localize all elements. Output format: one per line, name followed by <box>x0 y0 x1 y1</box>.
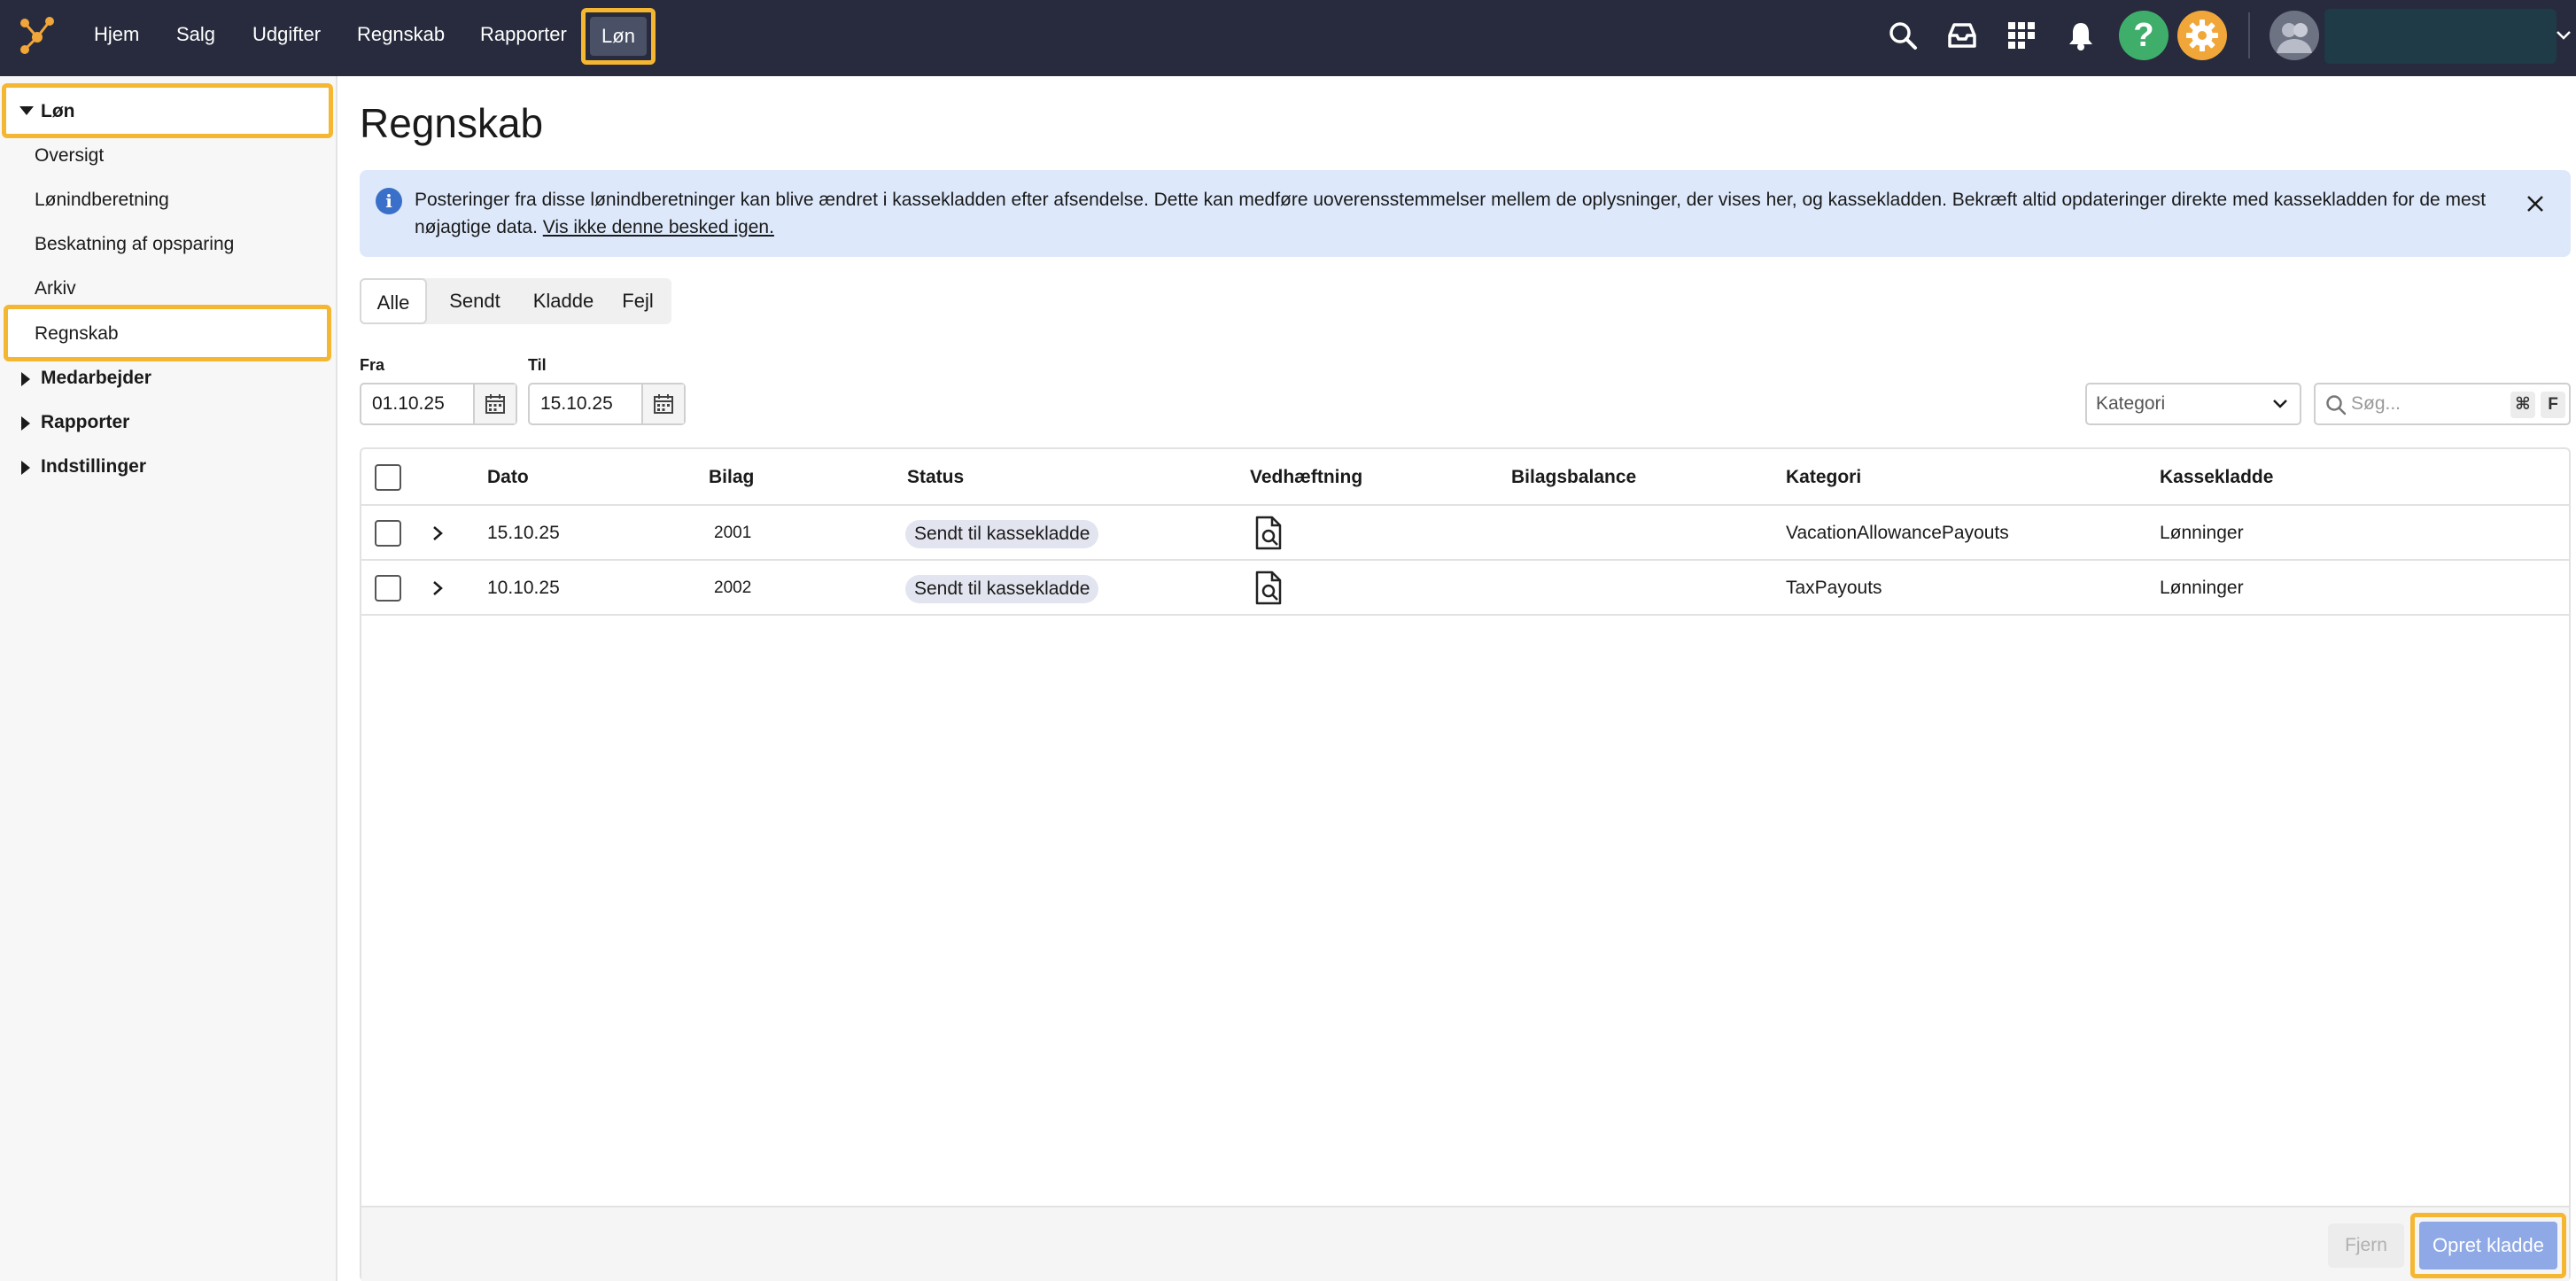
sidebar-item-beskatning[interactable]: Beskatning af opsparing <box>35 234 234 255</box>
search-icon[interactable] <box>1883 16 1922 55</box>
table-header: Dato Bilag Status Vedhæftning Bilagsbala… <box>361 449 2569 506</box>
status-badge: Sendt til kassekladde <box>905 520 1099 548</box>
table-row[interactable]: 15.10.25 2001 Sendt til kassekladde Vaca… <box>361 506 2569 561</box>
document-preview-icon[interactable] <box>1254 571 1284 606</box>
apps-grid-icon[interactable] <box>2002 16 2041 55</box>
remove-button[interactable]: Fjern <box>2328 1223 2404 1268</box>
gear-icon[interactable] <box>2177 11 2227 60</box>
cell-kategori: TaxPayouts <box>1786 578 1882 598</box>
nav-regnskab[interactable]: Regnskab <box>357 0 445 69</box>
sidebar-section-rapporter[interactable]: Rapporter <box>41 412 129 433</box>
app-logo-icon[interactable] <box>16 14 60 58</box>
category-select-value[interactable]: Kategori <box>2096 384 2165 423</box>
status-tabs: Alle Sendt Kladde Fejl <box>360 278 671 324</box>
cell-kassekladde: Lønninger <box>2160 523 2244 543</box>
chevron-right-icon[interactable] <box>429 579 446 597</box>
sidebar-item-arkiv[interactable]: Arkiv <box>35 278 76 299</box>
kbd-f: F <box>2541 392 2565 418</box>
info-icon: i <box>376 188 402 214</box>
nav-lon[interactable]: Løn <box>590 17 647 56</box>
to-date-value[interactable]: 15.10.25 <box>540 384 613 423</box>
tab-alle[interactable]: Alle <box>360 278 427 324</box>
col-dato[interactable]: Dato <box>487 449 529 506</box>
nav-rapporter[interactable]: Rapporter <box>480 0 567 69</box>
sidebar-item-oversigt[interactable]: Oversigt <box>35 145 104 167</box>
table-footer: Fjern Opret kladde <box>361 1206 2569 1281</box>
sidebar-section-indstillinger[interactable]: Indstillinger <box>41 456 146 477</box>
row-checkbox[interactable] <box>375 575 401 602</box>
nav-hjem[interactable]: Hjem <box>94 0 139 69</box>
chevron-right-icon[interactable] <box>429 524 446 542</box>
sidebar: Løn Oversigt Lønindberetning Beskatning … <box>0 76 338 1281</box>
caret-right-icon[interactable] <box>21 461 30 475</box>
col-kassekladde[interactable]: Kassekladde <box>2160 449 2273 506</box>
row-checkbox[interactable] <box>375 520 401 547</box>
table-row[interactable]: 10.10.25 2002 Sendt til kassekladde TaxP… <box>361 561 2569 616</box>
col-status[interactable]: Status <box>907 449 964 506</box>
chevron-down-icon[interactable] <box>2271 395 2289 413</box>
search-field[interactable]: ⌘ F <box>2314 383 2571 425</box>
sidebar-item-lonindberetning[interactable]: Lønindberetning <box>35 190 169 211</box>
inbox-icon[interactable] <box>1943 16 1982 55</box>
col-bilag[interactable]: Bilag <box>709 449 754 506</box>
sidebar-section-medarbejder[interactable]: Medarbejder <box>41 368 151 389</box>
col-kategori[interactable]: Kategori <box>1786 449 1861 506</box>
caret-down-icon[interactable] <box>19 106 34 115</box>
cell-dato: 15.10.25 <box>487 523 560 543</box>
calendar-icon[interactable] <box>473 384 516 423</box>
search-icon <box>2326 395 2347 415</box>
dismiss-forever-link[interactable]: Vis ikke denne besked igen. <box>543 217 774 237</box>
document-preview-icon[interactable] <box>1254 516 1284 551</box>
caret-right-icon[interactable] <box>21 416 30 431</box>
tab-sendt[interactable]: Sendt <box>431 278 519 324</box>
cell-dato: 10.10.25 <box>487 578 560 598</box>
search-input[interactable] <box>2351 388 2502 420</box>
cell-kategori: VacationAllowancePayouts <box>1786 523 2009 543</box>
info-text: Posteringer fra disse lønindberetninger … <box>415 186 2487 241</box>
tab-kladde[interactable]: Kladde <box>519 278 608 324</box>
chevron-down-icon[interactable] <box>2555 27 2572 44</box>
top-navigation-bar: Hjem Salg Udgifter Regnskab Rapporter Lø… <box>0 0 2576 76</box>
tab-fejl[interactable]: Fejl <box>608 278 668 324</box>
caret-right-icon[interactable] <box>21 372 30 386</box>
select-all-checkbox[interactable] <box>375 464 401 491</box>
from-date-value[interactable]: 01.10.25 <box>372 384 445 423</box>
cell-bilag: 2002 <box>714 578 752 597</box>
to-date-field[interactable]: 15.10.25 <box>528 383 686 425</box>
nav-salg[interactable]: Salg <box>176 0 215 69</box>
category-select[interactable]: Kategori <box>2085 383 2301 425</box>
page-title: Regnskab <box>360 100 544 146</box>
bell-icon[interactable] <box>2061 16 2100 55</box>
to-label: Til <box>528 356 547 374</box>
sidebar-section-lon[interactable]: Løn <box>41 101 74 122</box>
avatar[interactable] <box>2270 11 2319 60</box>
create-draft-button[interactable]: Opret kladde <box>2419 1222 2557 1269</box>
from-label: Fra <box>360 356 385 374</box>
entries-table: Dato Bilag Status Vedhæftning Bilagsbala… <box>360 447 2571 1281</box>
status-badge: Sendt til kassekladde <box>905 575 1099 603</box>
close-icon[interactable] <box>2523 191 2548 216</box>
help-icon[interactable]: ? <box>2119 11 2169 60</box>
account-menu[interactable] <box>2324 9 2557 64</box>
topbar-divider <box>2248 12 2250 58</box>
nav-udgifter[interactable]: Udgifter <box>252 0 321 69</box>
from-date-field[interactable]: 01.10.25 <box>360 383 517 425</box>
col-vedhaeftning[interactable]: Vedhæftning <box>1250 449 1362 506</box>
cell-kassekladde: Lønninger <box>2160 578 2244 598</box>
kbd-cmd: ⌘ <box>2510 392 2535 418</box>
calendar-icon[interactable] <box>641 384 684 423</box>
info-banner: i Posteringer fra disse lønindberetninge… <box>360 170 2571 257</box>
cell-bilag: 2001 <box>714 524 752 542</box>
col-bilagsbalance[interactable]: Bilagsbalance <box>1511 449 1636 506</box>
sidebar-item-regnskab[interactable]: Regnskab <box>35 323 119 345</box>
